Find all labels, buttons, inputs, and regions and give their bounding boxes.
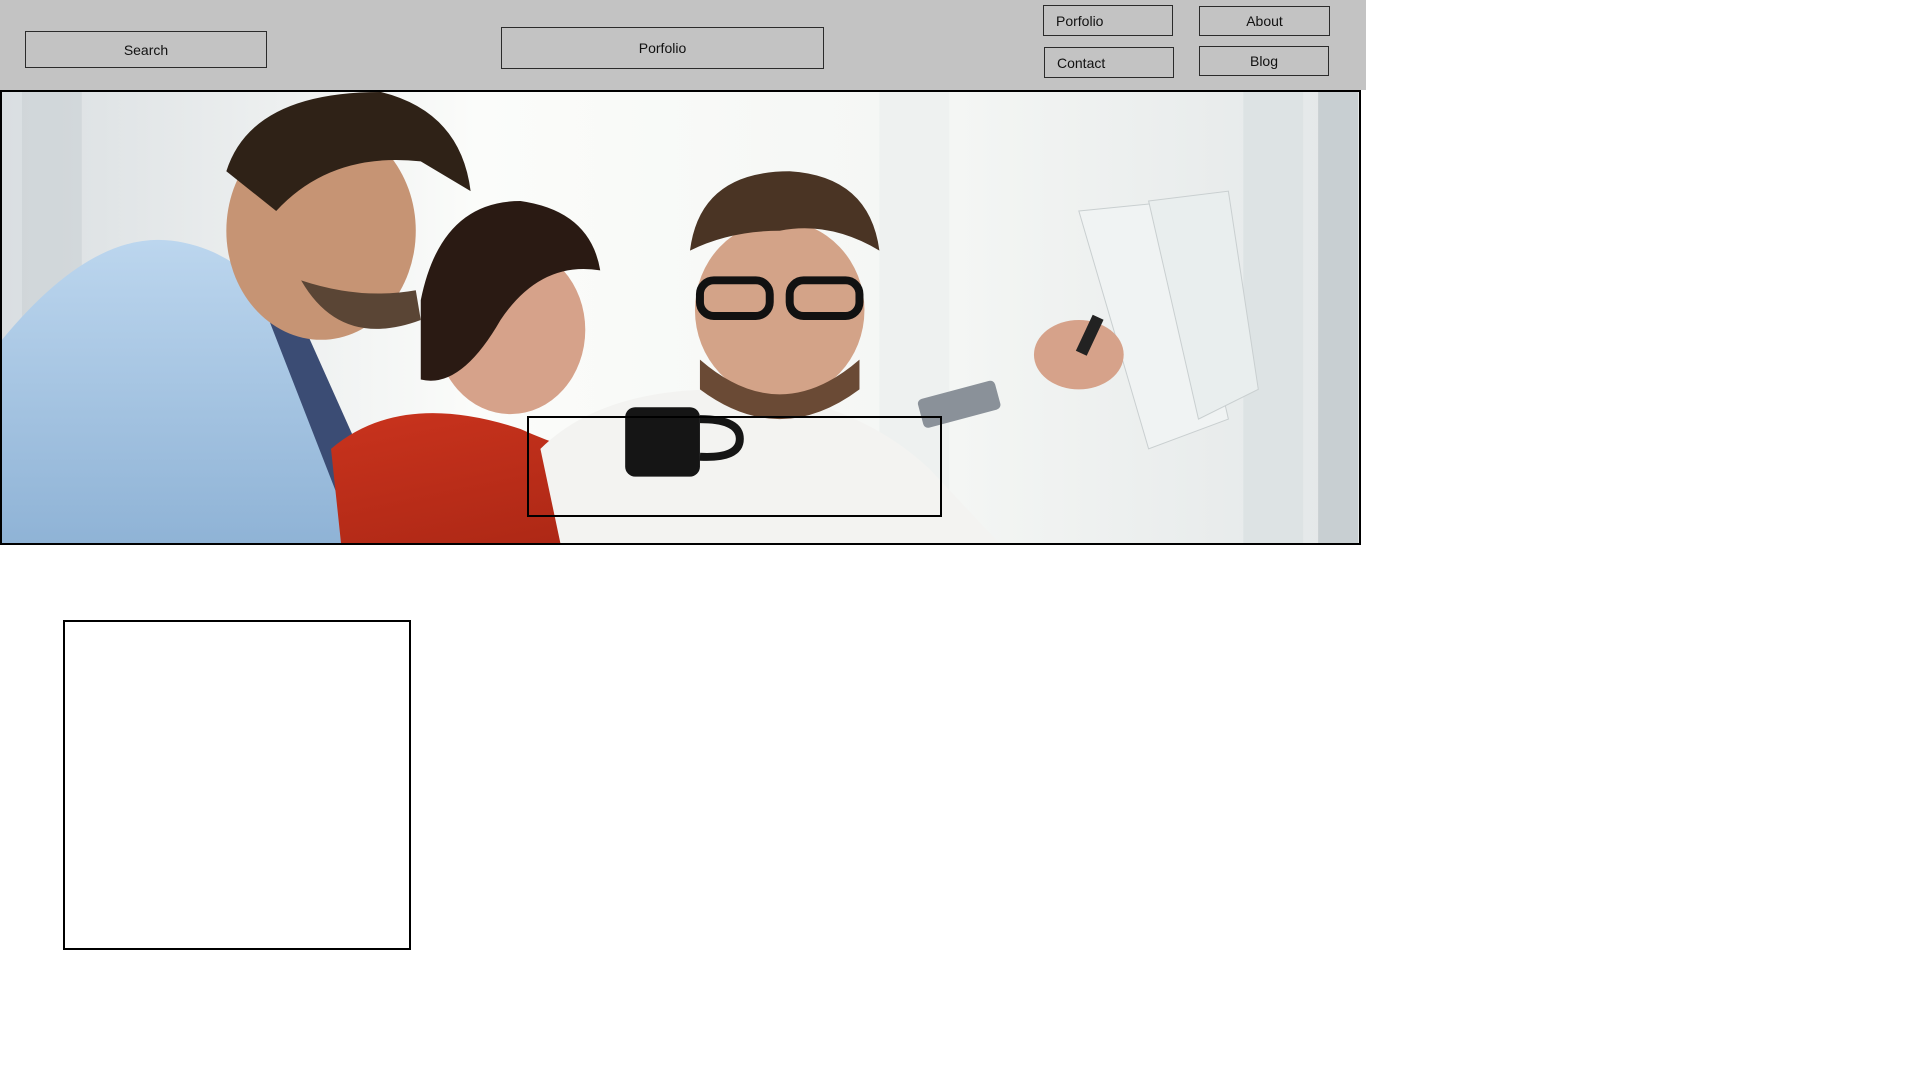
nav-blog-button[interactable]: Blog	[1199, 46, 1329, 76]
content-box	[63, 620, 411, 950]
portfolio-center-button[interactable]: Porfolio	[501, 27, 824, 69]
page: Search Porfolio Porfolio Contact About B…	[0, 0, 1920, 1080]
header-bar: Search Porfolio Porfolio Contact About B…	[0, 0, 1366, 90]
nav-about-button[interactable]: About	[1199, 6, 1330, 36]
nav-portfolio-button[interactable]: Porfolio	[1043, 5, 1173, 36]
overlay-frame	[527, 416, 942, 517]
nav-contact-button[interactable]: Contact	[1044, 47, 1174, 78]
search-button[interactable]: Search	[25, 31, 267, 68]
